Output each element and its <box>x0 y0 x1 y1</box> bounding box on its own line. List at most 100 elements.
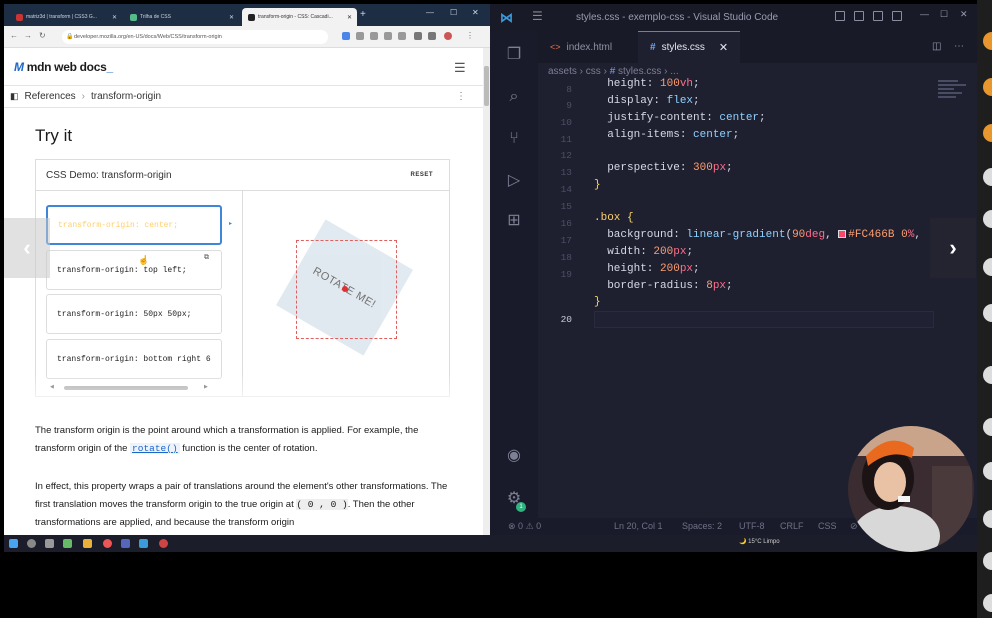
demo-option-bottom-right[interactable]: transform-origin: bottom right 6 <box>46 339 222 379</box>
task-view-icon[interactable] <box>45 539 54 548</box>
layout-panel-icon[interactable] <box>854 11 864 21</box>
start-icon[interactable] <box>9 539 18 548</box>
status-dot[interactable] <box>983 210 992 228</box>
status-dot[interactable] <box>983 304 992 322</box>
extensions-icon[interactable]: ⊞ <box>504 211 524 231</box>
layout-secondary-icon[interactable] <box>873 11 883 21</box>
breadcrumb-file[interactable]: styles.css <box>618 66 661 77</box>
line-ending[interactable]: CRLF <box>780 521 804 531</box>
page-scrollbar[interactable] <box>483 48 490 535</box>
browser-tab-1[interactable]: matriz3d | transform | CSS3 G... ✕ <box>10 8 122 26</box>
close-icon[interactable]: ✕ <box>229 14 234 21</box>
back-icon[interactable]: ← <box>10 31 18 40</box>
run-debug-icon[interactable]: ▷ <box>504 171 524 191</box>
browser-tab-3[interactable]: transform-origin - CSS: Cascadi... ✕ <box>242 8 357 26</box>
minimap[interactable] <box>938 80 968 102</box>
status-dot[interactable] <box>983 552 992 570</box>
demo-option-center[interactable]: transform-origin: center; <box>46 205 222 245</box>
status-dot[interactable] <box>983 594 992 612</box>
sidebar-icon[interactable] <box>428 32 436 40</box>
status-dot[interactable] <box>983 258 992 276</box>
breadcrumb-css[interactable]: css <box>586 66 601 77</box>
sidebar-toggle-icon[interactable]: ◧ <box>10 91 19 102</box>
color-swatch[interactable] <box>838 230 847 238</box>
search-icon[interactable] <box>27 539 36 548</box>
zoom-icon[interactable] <box>370 32 378 40</box>
bookmark-icon[interactable] <box>398 32 406 40</box>
split-editor-icon[interactable]: ◫ <box>932 41 941 52</box>
share-icon[interactable] <box>384 32 392 40</box>
close-icon[interactable]: ✕ <box>112 14 117 21</box>
profile-avatar[interactable] <box>444 32 452 40</box>
app-icon[interactable] <box>159 539 168 548</box>
more-icon[interactable]: ⋮ <box>466 31 474 40</box>
page-scroll-thumb[interactable] <box>484 66 489 106</box>
demo-option-top-left[interactable]: transform-origin: top left; <box>46 250 222 290</box>
errors-indicator[interactable]: ⊗ 0 ⚠ 0 <box>508 521 541 532</box>
minimize-icon[interactable]: — <box>920 9 929 19</box>
close-tab-icon[interactable]: ✕ <box>719 41 728 54</box>
indentation[interactable]: Spaces: 2 <box>682 521 722 531</box>
more-options-icon[interactable]: ⋮ <box>456 91 466 102</box>
demo-option-50px[interactable]: transform-origin: 50px 50px; <box>46 294 222 334</box>
status-dot[interactable] <box>983 168 992 186</box>
maximize-icon[interactable]: ☐ <box>940 9 948 20</box>
forward-icon[interactable]: → <box>24 31 32 40</box>
notification-dot[interactable] <box>983 124 992 142</box>
search-icon[interactable]: ⌕ <box>504 87 524 107</box>
layout-custom-icon[interactable] <box>892 11 902 21</box>
status-dot[interactable] <box>983 510 992 528</box>
weather-text[interactable]: 15°C Limpo <box>748 539 779 545</box>
extensions-icon[interactable] <box>414 32 422 40</box>
breadcrumb-symbol[interactable]: ... <box>670 66 678 77</box>
status-dot[interactable] <box>983 462 992 480</box>
notification-dot[interactable] <box>983 32 992 50</box>
browser-tab-bar: matriz3d | transform | CSS3 G... ✕ Trilh… <box>4 4 490 26</box>
explorer-icon[interactable]: ❐ <box>504 45 524 65</box>
encoding[interactable]: UTF-8 <box>739 521 765 531</box>
next-slide-button[interactable]: › <box>930 218 976 278</box>
close-window-icon[interactable]: ✕ <box>960 9 968 20</box>
folder-icon[interactable] <box>83 539 92 548</box>
menu-icon[interactable]: ☰ <box>532 9 543 23</box>
mdn-logo[interactable]: Mmdn web docs_ <box>14 60 113 74</box>
vscode-taskbar-icon[interactable] <box>139 539 148 548</box>
new-tab-icon[interactable]: + <box>360 9 366 20</box>
account-icon[interactable]: ◉ <box>504 446 524 466</box>
close-icon[interactable]: ✕ <box>347 14 352 21</box>
url-field[interactable]: 🔒 developer.mozilla.org/en-US/docs/Web/C… <box>62 30 328 44</box>
layout-sidebar-icon[interactable] <box>835 11 845 21</box>
origin-dot <box>342 286 348 292</box>
breadcrumb-current[interactable]: transform-origin <box>91 91 161 102</box>
source-control-icon[interactable]: ⑂ <box>504 129 524 149</box>
language-mode[interactable]: CSS <box>818 521 837 531</box>
chrome-icon[interactable] <box>103 539 112 548</box>
more-actions-icon[interactable]: ⋯ <box>954 41 964 52</box>
option-code: transform-origin: top left; <box>57 265 187 275</box>
rotate-link[interactable]: rotate() <box>130 443 180 454</box>
app-icon[interactable] <box>121 539 130 548</box>
breadcrumb-references[interactable]: References <box>25 91 76 102</box>
translate-icon[interactable] <box>356 32 364 40</box>
app-icon[interactable] <box>63 539 72 548</box>
status-dot[interactable] <box>983 418 992 436</box>
code-line: .box { <box>594 212 634 224</box>
close-window-icon[interactable]: ✕ <box>472 8 479 17</box>
breadcrumb-assets[interactable]: assets <box>548 66 577 77</box>
copy-icon[interactable]: ⧉ <box>204 254 209 262</box>
status-dot[interactable] <box>983 366 992 384</box>
notification-dot[interactable] <box>983 78 992 96</box>
tab-styles-css[interactable]: # styles.css ✕ <box>638 31 741 63</box>
menu-icon[interactable]: ☰ <box>454 60 466 76</box>
previous-slide-button[interactable]: ‹ <box>4 218 50 278</box>
feedback-icon[interactable]: ⊘ <box>850 521 858 532</box>
google-icon[interactable] <box>342 32 350 40</box>
browser-tab-2[interactable]: Trilha de CSS ✕ <box>124 8 239 26</box>
current-line-highlight <box>594 311 934 328</box>
tab-index-html[interactable]: <> index.html <box>538 31 624 63</box>
reload-icon[interactable]: ↻ <box>39 31 46 40</box>
minimize-icon[interactable]: — <box>426 8 434 17</box>
cursor-position[interactable]: Ln 20, Col 1 <box>614 521 663 531</box>
reset-button[interactable]: RESET <box>410 172 433 178</box>
maximize-icon[interactable]: ☐ <box>450 8 457 17</box>
